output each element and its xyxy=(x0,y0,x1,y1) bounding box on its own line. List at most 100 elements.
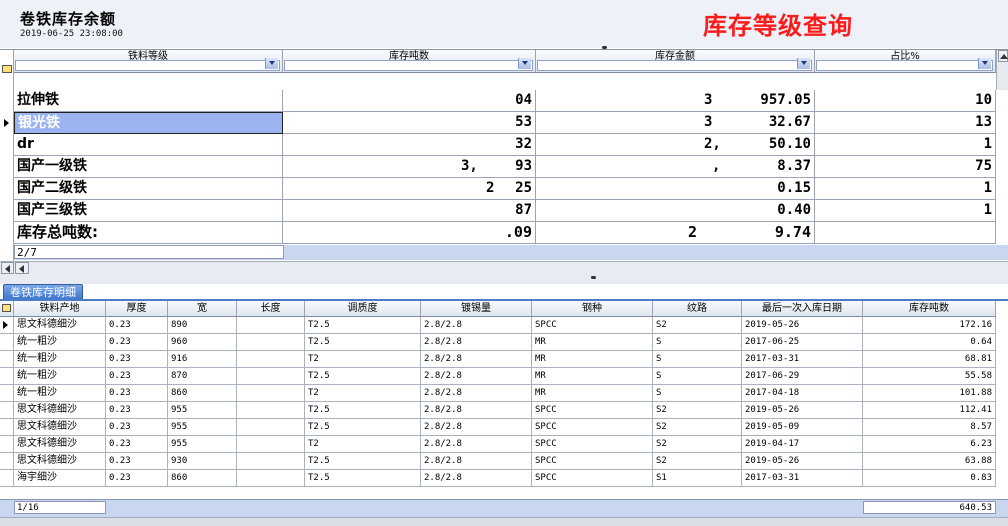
last-inbound-date-cell[interactable]: 2017-06-29 xyxy=(742,368,863,385)
temper-cell[interactable]: T2.5 xyxy=(305,334,421,351)
scroll-left-button[interactable] xyxy=(1,262,14,274)
stock-tons-cell[interactable]: 6.23 xyxy=(863,436,996,453)
amount-filter-input[interactable] xyxy=(537,58,812,71)
length-cell[interactable] xyxy=(237,419,305,436)
last-inbound-date-cell[interactable]: 2017-03-31 xyxy=(742,470,863,487)
chevron-down-icon[interactable] xyxy=(978,58,991,69)
thickness-cell[interactable]: 0.23 xyxy=(106,385,168,402)
temper-cell[interactable]: T2 xyxy=(305,351,421,368)
grade-cell[interactable]: 银光铁 xyxy=(14,112,283,134)
stock-tons-cell[interactable]: 0.64 xyxy=(863,334,996,351)
table-row[interactable]: 拉伸铁 04 3 957.05 10 xyxy=(0,90,1008,112)
tin-coating-cell[interactable]: 2.8/2.8 xyxy=(421,351,532,368)
column-header-amount[interactable]: 库存金额 xyxy=(536,50,815,73)
last-inbound-date-cell[interactable]: 2019-05-26 xyxy=(742,453,863,470)
origin-cell[interactable]: 思文科德细沙 xyxy=(14,436,106,453)
steel-grade-cell[interactable]: SPCC xyxy=(532,317,653,334)
texture-cell[interactable]: S xyxy=(653,385,742,402)
origin-cell[interactable]: 统一粗沙 xyxy=(14,385,106,402)
texture-cell[interactable]: S xyxy=(653,368,742,385)
row-indicator[interactable] xyxy=(0,436,14,453)
last-inbound-date-cell[interactable]: 2017-04-18 xyxy=(742,385,863,402)
row-indicator[interactable] xyxy=(0,317,14,334)
row-indicator[interactable] xyxy=(0,385,14,402)
column-header-stock-tons[interactable]: 库存吨数 xyxy=(863,301,996,317)
origin-cell[interactable]: 海宇细沙 xyxy=(14,470,106,487)
temper-cell[interactable]: T2 xyxy=(305,385,421,402)
stock-tons-cell[interactable]: 68.81 xyxy=(863,351,996,368)
length-cell[interactable] xyxy=(237,351,305,368)
length-cell[interactable] xyxy=(237,402,305,419)
stock-tons-cell[interactable]: 101.88 xyxy=(863,385,996,402)
scroll-right-stub[interactable] xyxy=(15,262,29,274)
stock-tons-cell[interactable]: 172.16 xyxy=(863,317,996,334)
column-header-length[interactable]: 长度 xyxy=(237,301,305,317)
table-row[interactable]: 统一粗沙 0.23 916 T2 2.8/2.8 MR S 2017-03-31 68.81 xyxy=(0,351,1008,368)
column-header-percent[interactable]: 占比% xyxy=(815,50,996,73)
origin-cell[interactable]: 统一粗沙 xyxy=(14,334,106,351)
width-cell[interactable]: 955 xyxy=(168,436,237,453)
steel-grade-cell[interactable]: SPCC xyxy=(532,453,653,470)
table-row[interactable]: 国产一级铁 3, 93 , 8.37 75 xyxy=(0,156,1008,178)
scroll-up-button[interactable] xyxy=(998,50,1008,62)
temper-cell[interactable]: T2.5 xyxy=(305,453,421,470)
width-cell[interactable]: 890 xyxy=(168,317,237,334)
table-row[interactable]: 思文科德细沙 0.23 890 T2.5 2.8/2.8 SPCC S2 2019-05-26… xyxy=(0,317,1008,334)
texture-cell[interactable]: S2 xyxy=(653,419,742,436)
table-row[interactable]: 思文科德细沙 0.23 955 T2 2.8/2.8 SPCC S2 2019-04-17 6.… xyxy=(0,436,1008,453)
width-cell[interactable]: 870 xyxy=(168,368,237,385)
length-cell[interactable] xyxy=(237,368,305,385)
vertical-scrollbar[interactable] xyxy=(996,50,1008,90)
last-inbound-date-cell[interactable]: 2017-06-25 xyxy=(742,334,863,351)
texture-cell[interactable]: S2 xyxy=(653,436,742,453)
temper-cell[interactable]: T2.5 xyxy=(305,368,421,385)
table-row[interactable]: 国产三级铁 87 0.40 1 xyxy=(0,200,1008,222)
width-cell[interactable]: 955 xyxy=(168,419,237,436)
table-row-selected[interactable]: 银光铁 53 3 32.67 13 xyxy=(0,112,1008,134)
steel-grade-cell[interactable]: SPCC xyxy=(532,470,653,487)
origin-cell[interactable]: 统一粗沙 xyxy=(14,351,106,368)
column-header-grade[interactable]: 铁料等级 xyxy=(14,50,283,73)
tin-coating-cell[interactable]: 2.8/2.8 xyxy=(421,368,532,385)
last-inbound-date-cell[interactable]: 2019-05-09 xyxy=(742,419,863,436)
steel-grade-cell[interactable]: SPCC xyxy=(532,402,653,419)
table-row[interactable]: 思文科德细沙 0.23 930 T2.5 2.8/2.8 SPCC S2 2019-05-26… xyxy=(0,453,1008,470)
texture-cell[interactable]: S2 xyxy=(653,317,742,334)
table-row[interactable]: 统一粗沙 0.23 860 T2 2.8/2.8 MR S 2017-04-18 101.88 xyxy=(0,385,1008,402)
origin-cell[interactable]: 思文科德细沙 xyxy=(14,317,106,334)
tin-coating-cell[interactable]: 2.8/2.8 xyxy=(421,317,532,334)
thickness-cell[interactable]: 0.23 xyxy=(106,419,168,436)
steel-grade-cell[interactable]: MR xyxy=(532,385,653,402)
width-cell[interactable]: 860 xyxy=(168,385,237,402)
table-row[interactable]: 海宇细沙 0.23 860 T2.5 2.8/2.8 SPCC S1 2017-03-31 0.… xyxy=(0,470,1008,487)
splitter-handle-bottom[interactable] xyxy=(591,276,596,279)
thickness-cell[interactable]: 0.23 xyxy=(106,436,168,453)
column-header-last-inbound-date[interactable]: 最后一次入库日期 xyxy=(742,301,863,317)
texture-cell[interactable]: S xyxy=(653,334,742,351)
column-header-temper[interactable]: 调质度 xyxy=(305,301,421,317)
table-row[interactable]: dr 32 2, 50.10 1 xyxy=(0,134,1008,156)
table-row[interactable]: 思文科德细沙 0.23 955 T2.5 2.8/2.8 SPCC S2 2019-05-09… xyxy=(0,419,1008,436)
column-header-tons[interactable]: 库存吨数 xyxy=(283,50,536,73)
percent-filter-input[interactable] xyxy=(816,58,993,71)
temper-cell[interactable]: T2.5 xyxy=(305,317,421,334)
column-header-width[interactable]: 宽 xyxy=(168,301,237,317)
thickness-cell[interactable]: 0.23 xyxy=(106,368,168,385)
chevron-down-icon[interactable] xyxy=(518,58,531,69)
thickness-cell[interactable]: 0.23 xyxy=(106,334,168,351)
steel-grade-cell[interactable]: MR xyxy=(532,368,653,385)
tin-coating-cell[interactable]: 2.8/2.8 xyxy=(421,334,532,351)
row-indicator[interactable] xyxy=(0,453,14,470)
length-cell[interactable] xyxy=(237,317,305,334)
length-cell[interactable] xyxy=(237,436,305,453)
length-cell[interactable] xyxy=(237,334,305,351)
tin-coating-cell[interactable]: 2.8/2.8 xyxy=(421,470,532,487)
thickness-cell[interactable]: 0.23 xyxy=(106,402,168,419)
thickness-cell[interactable]: 0.23 xyxy=(106,470,168,487)
tons-filter-input[interactable] xyxy=(284,58,533,71)
width-cell[interactable]: 955 xyxy=(168,402,237,419)
tin-coating-cell[interactable]: 2.8/2.8 xyxy=(421,402,532,419)
origin-cell[interactable]: 思文科德细沙 xyxy=(14,419,106,436)
grade-grid[interactable]: 铁料等级 库存吨数 库存金额 占比% 拉伸铁 04 3 957.05 10 银光铁… xyxy=(0,49,1008,264)
steel-grade-cell[interactable]: SPCC xyxy=(532,419,653,436)
